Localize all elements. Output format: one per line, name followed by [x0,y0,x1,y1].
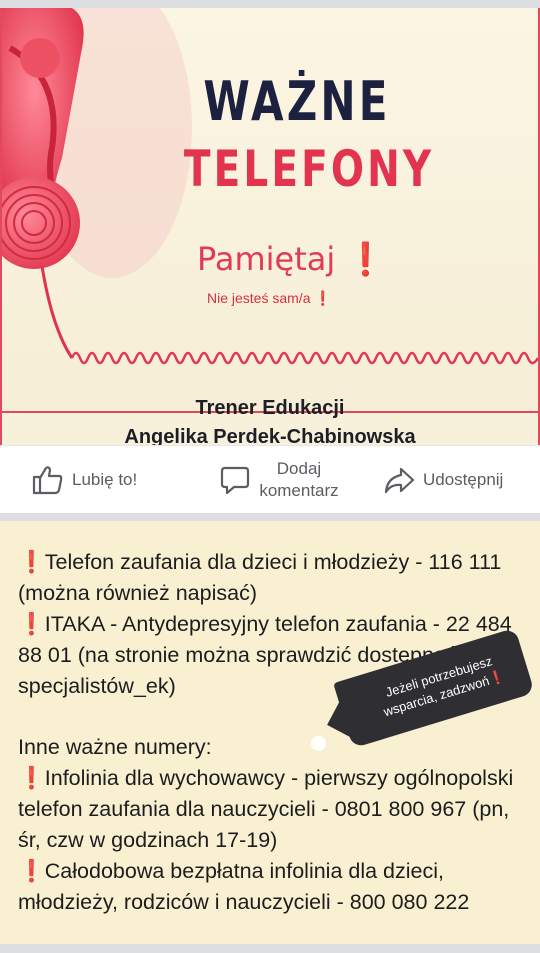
exclamation-icon: ❗ [314,290,332,306]
headline-phones: TELEFONY [183,140,435,198]
comment-label-line1: Dodaj [276,459,322,478]
exclamation-icon: ❗ [18,550,45,575]
comment-button[interactable]: Dodaj komentarz [220,446,344,514]
other-numbers-heading: Inne ważne numery: [18,735,212,759]
trainer-title: Trener Edukacji [195,397,345,419]
share-button[interactable]: Udostępnij [383,446,503,514]
post-action-bar: Lubię to! Dodaj komentarz Udostępnij [0,445,540,513]
exclamation-icon: ❗ [18,859,45,884]
not-alone-text: Nie jesteś sam/a ❗ [207,290,332,307]
comment-label: Dodaj komentarz [254,458,344,502]
post-text-card: ❗Telefon zaufania dla dzieci i młodzieży… [0,521,540,944]
exclamation-icon: ❗ [18,612,45,637]
telephone-illustration [2,8,538,365]
exclamation-icon: ❗ [345,240,386,278]
exclamation-icon: ❗ [18,766,45,791]
helpline-24h: Całodobowa bezpłatna infolinia dla dziec… [18,859,470,914]
comment-label-line2: komentarz [259,481,339,500]
list-item: ❗Telefon zaufania dla dzieci i młodzieży… [18,547,523,609]
remember-label: Pamiętaj [197,240,336,278]
remember-text: Pamiętaj ❗ [197,240,385,278]
decorative-dot [311,736,326,751]
like-button[interactable]: Lubię to! [32,446,137,514]
comment-icon [220,466,250,495]
list-item: ❗Całodobowa bezpłatna infolinia dla dzie… [18,856,523,918]
share-icon [384,467,415,494]
helpline-teachers: Infolinia dla wychowawcy - pierwszy ogól… [18,766,514,852]
share-label: Udostępnij [423,470,504,489]
poster-artwork: WAŻNE TELEFONY Pamiętaj ❗ Nie jesteś sam… [2,8,538,413]
like-label: Lubię to! [72,470,138,489]
list-item: ❗Infolinia dla wychowawcy - pierwszy ogó… [18,763,523,856]
poster-image[interactable]: WAŻNE TELEFONY Pamiętaj ❗ Nie jesteś sam… [0,8,540,448]
exclamation-icon: ❗ [486,668,507,688]
not-alone-label: Nie jesteś sam/a [207,290,311,306]
thumbs-up-icon [32,466,63,495]
helpline-children: Telefon zaufania dla dzieci i młodzieży … [18,550,502,605]
headline-important: WAŻNE [203,70,391,133]
